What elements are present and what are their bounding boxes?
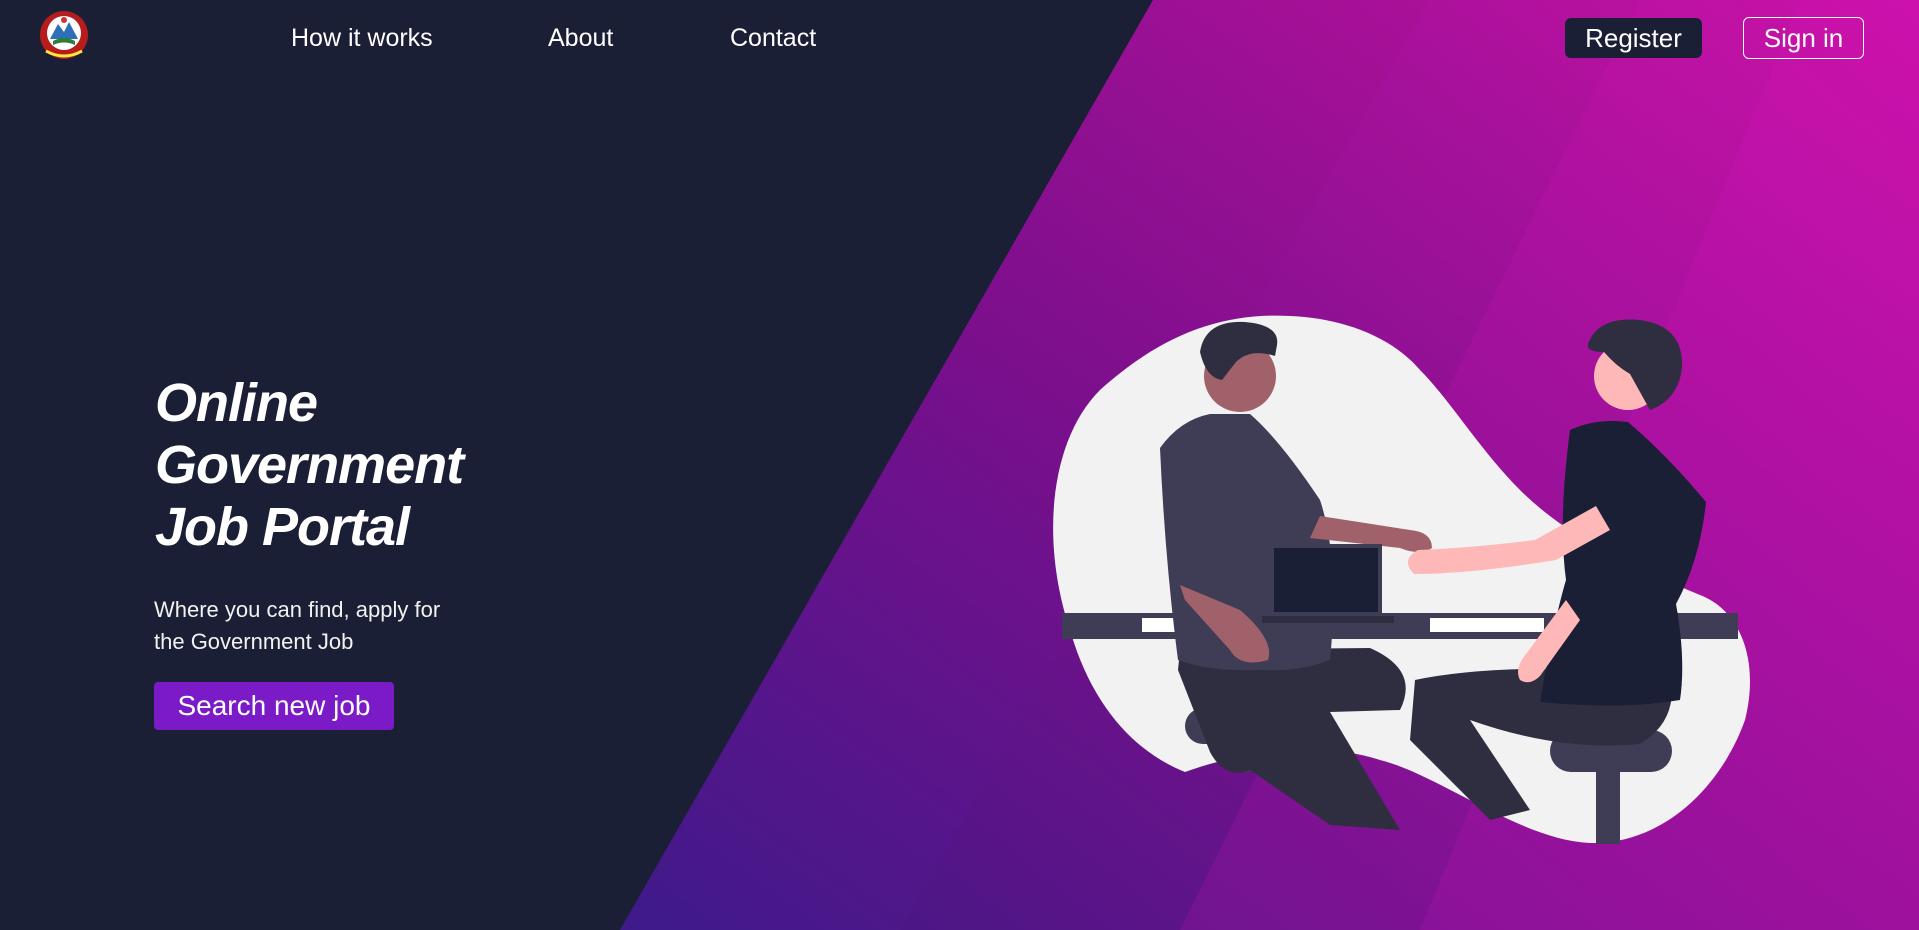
- register-button[interactable]: Register: [1565, 18, 1702, 58]
- title-line: Job Portal: [155, 497, 410, 557]
- handshake-illustration: [1053, 315, 1750, 844]
- subtitle-line: the Government Job: [154, 629, 354, 654]
- hero-subtitle: Where you can find, apply for the Govern…: [154, 594, 494, 658]
- search-new-job-button[interactable]: Search new job: [154, 682, 394, 730]
- sign-in-button[interactable]: Sign in: [1743, 17, 1864, 59]
- nepal-emblem-logo[interactable]: [38, 9, 90, 61]
- title-line: Online: [155, 373, 318, 433]
- subtitle-line: Where you can find, apply for: [154, 597, 441, 622]
- nav-contact[interactable]: Contact: [730, 22, 816, 54]
- title-line: Government: [155, 435, 464, 495]
- top-navigation: How it works About Contact Register Sign…: [0, 0, 1919, 80]
- nav-about[interactable]: About: [548, 22, 613, 54]
- page-title: Online Government Job Portal: [155, 372, 575, 558]
- nav-how-it-works[interactable]: How it works: [291, 22, 433, 54]
